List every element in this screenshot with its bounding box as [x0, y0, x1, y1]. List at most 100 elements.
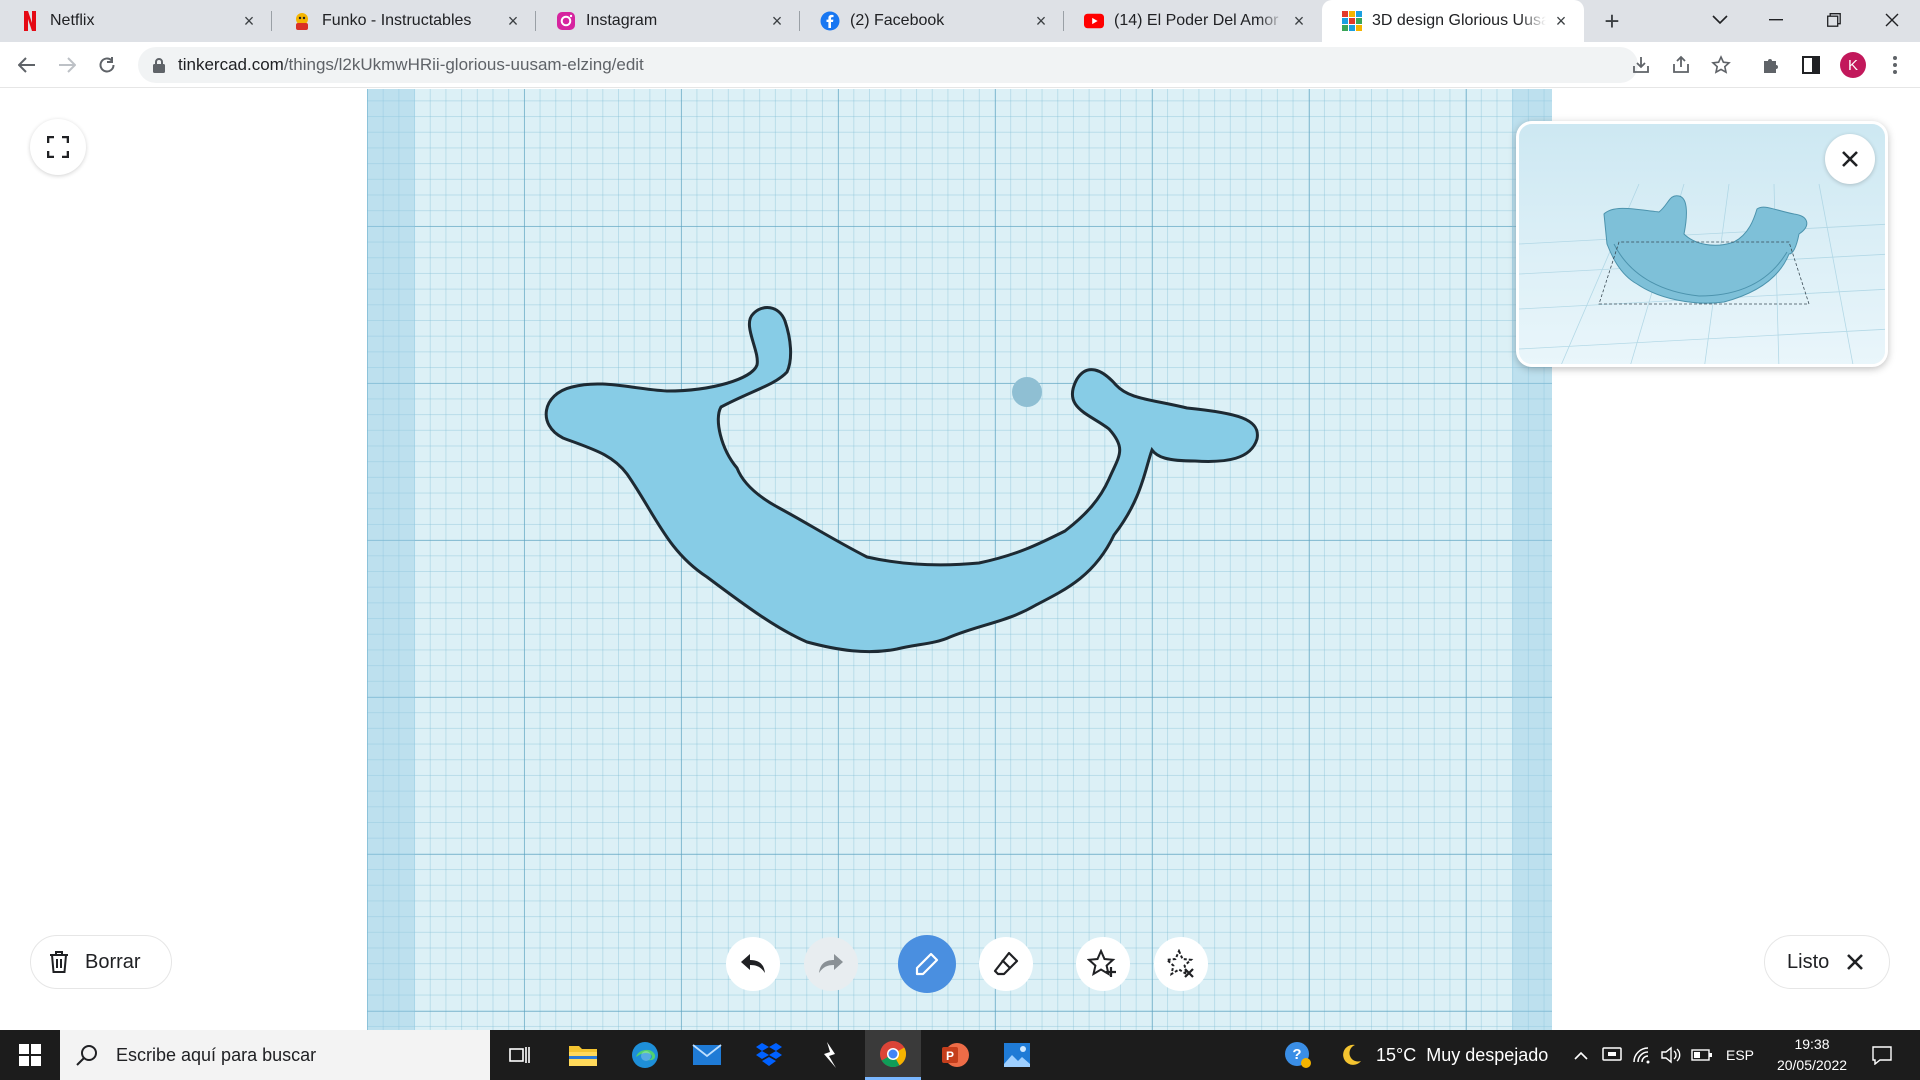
tab-tinkercad[interactable]: 3D design Glorious Uusam ×	[1322, 0, 1584, 42]
app-button[interactable]	[803, 1030, 859, 1080]
sketch-shape[interactable]	[544, 306, 1259, 654]
close-tab-icon[interactable]: ×	[504, 11, 522, 31]
done-label: Listo	[1787, 950, 1830, 973]
photos-icon	[1004, 1043, 1030, 1067]
close-icon	[1885, 13, 1899, 27]
moon-icon	[1338, 1042, 1364, 1068]
puzzle-icon	[1764, 59, 1778, 73]
mail-button[interactable]	[679, 1030, 735, 1080]
reload-button[interactable]	[92, 50, 122, 80]
fullscreen-button[interactable]	[30, 119, 86, 175]
close-tab-icon[interactable]: ×	[1290, 11, 1308, 31]
tab-instructables[interactable]: Funko - Instructables ×	[272, 0, 536, 42]
tab-title: Instagram	[586, 12, 658, 29]
redo-icon	[819, 954, 843, 973]
close-icon	[1847, 954, 1864, 970]
help-button[interactable]: ?	[1276, 1030, 1320, 1080]
new-tab-button[interactable]: +	[1598, 6, 1626, 36]
tab-facebook[interactable]: (2) Facebook ×	[800, 0, 1064, 42]
network-button[interactable]	[1628, 1030, 1656, 1080]
done-button[interactable]: Listo	[1764, 935, 1890, 989]
clock-date: 20/05/2022	[1776, 1057, 1848, 1073]
tab-instagram[interactable]: Instagram ×	[536, 0, 800, 42]
side-panel-button[interactable]	[1796, 50, 1826, 80]
system-clock[interactable]: 19:38 20/05/2022	[1762, 1034, 1862, 1076]
photos-button[interactable]	[989, 1030, 1045, 1080]
taskbar-search[interactable]: Escribe aquí para buscar	[60, 1030, 490, 1080]
powerpoint-button[interactable]: P	[927, 1030, 983, 1080]
tab-search-button[interactable]	[1692, 0, 1748, 40]
extensions-button[interactable]	[1756, 50, 1786, 80]
arrow-right-icon	[59, 57, 76, 73]
minimize-button[interactable]	[1748, 0, 1804, 40]
delete-button[interactable]: Borrar	[30, 935, 172, 989]
address-bar[interactable]: tinkercad.com/things/l2kUkmwHRii-gloriou…	[138, 47, 1638, 83]
reload-icon	[99, 57, 115, 73]
close-tab-icon[interactable]: ×	[1032, 11, 1050, 31]
chrome-icon	[880, 1040, 907, 1067]
wifi-icon	[1633, 1047, 1650, 1064]
add-shape-icon	[1087, 949, 1116, 977]
add-shape-tool-button[interactable]	[1076, 937, 1130, 991]
url-host: tinkercad.com	[178, 55, 284, 74]
file-explorer-button[interactable]	[555, 1030, 611, 1080]
restore-icon	[1827, 13, 1841, 27]
sketch-origin-dot[interactable]	[1012, 377, 1042, 407]
tab-strip: Netflix × Funko - Instructables × Instag…	[0, 0, 1920, 42]
install-app-button[interactable]	[1626, 50, 1656, 80]
language-indicator[interactable]: ESP	[1720, 1030, 1760, 1080]
bookmark-button[interactable]	[1706, 50, 1736, 80]
tab-title: Netflix	[50, 12, 95, 29]
volume-button[interactable]	[1658, 1030, 1686, 1080]
weather-temp: 15°C	[1376, 1044, 1417, 1065]
undo-icon	[741, 954, 765, 973]
close-tab-icon[interactable]: ×	[240, 11, 258, 31]
remove-shape-tool-button[interactable]	[1154, 937, 1208, 991]
task-view-button[interactable]	[492, 1030, 548, 1080]
pencil-tool-button[interactable]	[898, 935, 956, 993]
eraser-tool-button[interactable]	[979, 937, 1033, 991]
tab-netflix[interactable]: Netflix ×	[0, 0, 272, 42]
start-button[interactable]	[0, 1030, 60, 1080]
weather-widget[interactable]: 15°C Muy despejado	[1338, 1030, 1548, 1080]
device-icon	[1602, 1047, 1622, 1061]
redo-button[interactable]	[804, 937, 858, 991]
profile-avatar[interactable]: K	[1840, 52, 1866, 78]
close-window-button[interactable]	[1864, 0, 1920, 40]
tab-youtube[interactable]: (14) El Poder Del Amor 2 Ca ×	[1064, 0, 1322, 42]
folder-icon	[569, 1046, 597, 1066]
pencil-icon	[915, 952, 939, 976]
undo-button[interactable]	[726, 937, 780, 991]
sketch-canvas[interactable]	[367, 89, 1552, 1030]
lightning-icon	[824, 1042, 836, 1068]
forward-button[interactable]	[52, 50, 82, 80]
share-button[interactable]	[1666, 50, 1696, 80]
eraser-icon	[993, 951, 1019, 976]
dropbox-button[interactable]	[741, 1030, 797, 1080]
restore-button[interactable]	[1806, 0, 1862, 40]
meet-now-button[interactable]	[1598, 1030, 1626, 1080]
back-button[interactable]	[12, 50, 42, 80]
task-view-icon	[509, 1047, 530, 1063]
close-preview-button[interactable]	[1825, 134, 1875, 184]
delete-label: Borrar	[85, 950, 141, 973]
edge-button[interactable]	[617, 1030, 673, 1080]
show-hidden-icons-button[interactable]	[1568, 1030, 1594, 1080]
chrome-button[interactable]	[865, 1030, 921, 1080]
search-placeholder: Escribe aquí para buscar	[116, 1044, 317, 1065]
chevron-down-icon	[1712, 15, 1728, 25]
close-tab-icon[interactable]: ×	[768, 11, 786, 31]
tab-title: 3D design Glorious Uusam	[1372, 12, 1546, 29]
instructables-icon	[292, 11, 312, 31]
close-tab-icon[interactable]: ×	[1552, 11, 1570, 31]
windows-taskbar: Escribe aquí para buscar P ? 15°C Muy de…	[0, 1030, 1920, 1080]
notifications-button[interactable]	[1862, 1030, 1902, 1080]
remove-shape-icon	[1165, 949, 1194, 978]
sketch-editor: Borrar Listo	[0, 89, 1920, 1030]
chevron-up-icon	[1574, 1051, 1588, 1060]
browser-menu-button[interactable]	[1880, 50, 1910, 80]
tinkercad-icon	[1342, 11, 1362, 31]
url-text: tinkercad.com/things/l2kUkmwHRii-gloriou…	[178, 55, 644, 75]
svg-text:P: P	[946, 1049, 954, 1063]
battery-button[interactable]	[1688, 1030, 1716, 1080]
